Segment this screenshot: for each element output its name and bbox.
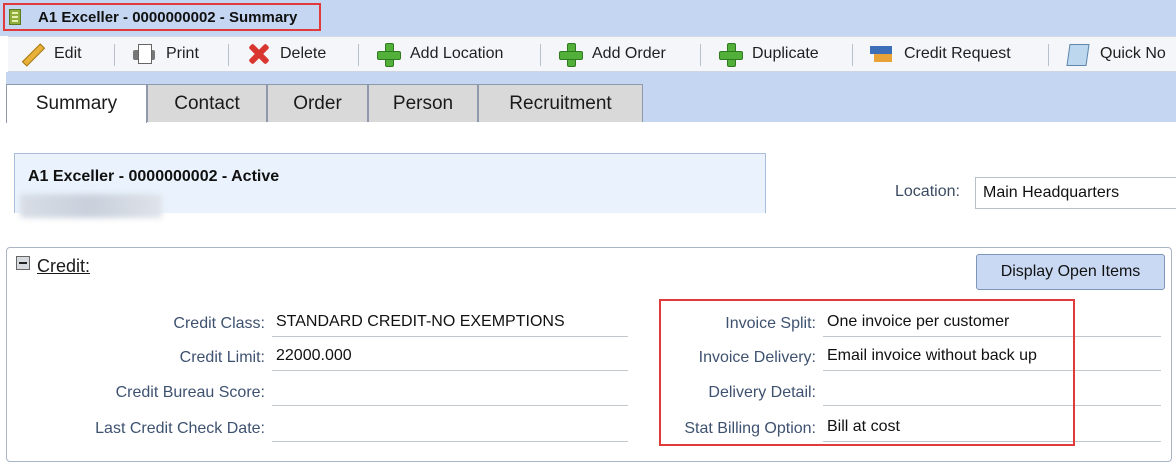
toolbar-divider bbox=[1048, 44, 1049, 66]
last-credit-check-date-label: Last Credit Check Date: bbox=[95, 420, 265, 437]
toolbar-divider bbox=[700, 44, 701, 66]
tab-contact[interactable]: Contact bbox=[147, 84, 267, 122]
toolbar-divider bbox=[358, 44, 359, 66]
duplicate-button[interactable]: Duplicate bbox=[718, 37, 819, 71]
green-plus-icon bbox=[718, 42, 743, 67]
credit-limit-value: 22000.000 bbox=[272, 347, 628, 371]
printer-icon bbox=[132, 42, 156, 66]
green-plus-icon bbox=[376, 42, 401, 67]
green-plus-icon bbox=[558, 42, 583, 67]
collapse-icon[interactable] bbox=[16, 256, 30, 270]
add-order-button[interactable]: Add Order bbox=[558, 37, 666, 71]
tab-summary[interactable]: Summary bbox=[6, 84, 147, 123]
toolbar-divider bbox=[852, 44, 853, 66]
display-open-items-button[interactable]: Display Open Items bbox=[976, 254, 1165, 290]
title-bar: A1 Exceller - 0000000002 - Summary bbox=[0, 0, 1176, 36]
edit-label: Edit bbox=[54, 45, 82, 62]
add-location-label: Add Location bbox=[410, 45, 504, 62]
invoice-highlight-box bbox=[659, 299, 1075, 446]
last-credit-check-date-value bbox=[272, 418, 628, 442]
credit-class-label: Credit Class: bbox=[173, 315, 265, 332]
credit-bureau-score-label: Credit Bureau Score: bbox=[115, 384, 265, 401]
credit-limit-label: Credit Limit: bbox=[179, 349, 265, 366]
delete-button[interactable]: Delete bbox=[246, 37, 326, 71]
print-button[interactable]: Print bbox=[132, 37, 199, 71]
credit-request-button[interactable]: Credit Request bbox=[870, 37, 1011, 71]
title-highlight-box bbox=[3, 3, 321, 31]
credit-bureau-score-value bbox=[272, 382, 628, 406]
credit-class-value: STANDARD CREDIT-NO EXEMPTIONS bbox=[272, 313, 628, 337]
delete-x-icon bbox=[246, 42, 270, 66]
duplicate-label: Duplicate bbox=[752, 45, 819, 62]
toolbar: Edit Print Delete Add Location Add Order… bbox=[8, 36, 1176, 72]
quick-note-label: Quick No bbox=[1100, 45, 1166, 62]
location-label: Location: bbox=[895, 183, 960, 200]
pencil-icon bbox=[20, 42, 44, 66]
credit-section-title[interactable]: Credit: bbox=[37, 256, 90, 277]
note-icon bbox=[1066, 42, 1090, 66]
toolbar-divider bbox=[114, 44, 115, 66]
toolbar-divider bbox=[540, 44, 541, 66]
tab-person[interactable]: Person bbox=[368, 84, 478, 122]
tab-order[interactable]: Order bbox=[267, 84, 368, 122]
add-order-label: Add Order bbox=[592, 45, 666, 62]
add-location-button[interactable]: Add Location bbox=[376, 37, 503, 71]
account-title: A1 Exceller - 0000000002 - Active bbox=[28, 168, 280, 185]
toolbar-divider bbox=[228, 44, 229, 66]
print-label: Print bbox=[166, 45, 199, 62]
quick-note-button[interactable]: Quick No bbox=[1066, 37, 1166, 71]
redacted-address bbox=[20, 194, 162, 218]
credit-request-label: Credit Request bbox=[904, 45, 1011, 62]
tab-recruitment[interactable]: Recruitment bbox=[478, 84, 643, 122]
edit-button[interactable]: Edit bbox=[20, 37, 82, 71]
location-select[interactable]: Main Headquarters bbox=[975, 177, 1176, 209]
delete-label: Delete bbox=[280, 45, 327, 62]
credit-card-icon bbox=[870, 42, 894, 66]
